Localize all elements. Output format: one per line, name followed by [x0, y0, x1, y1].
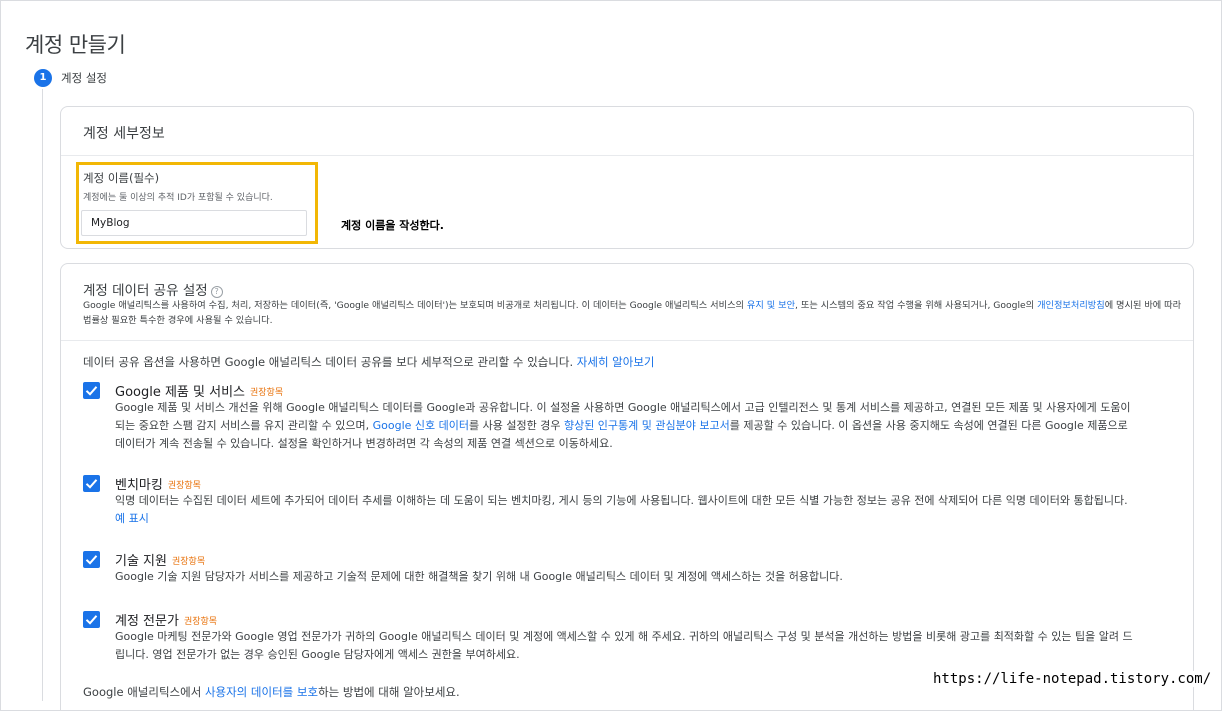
check-icon: [85, 615, 98, 625]
data-sharing-card: 계정 데이터 공유 설정? Google 애널리틱스를 사용하여 수집, 처리,…: [60, 263, 1194, 710]
create-account-page: 계정 만들기 1 계정 설정 계정 세부정보 계정 이름(필수) 계정에는 둘 …: [0, 0, 1222, 711]
option-title: 벤치마킹 권장항목: [115, 474, 201, 493]
option-title-text: Google 제품 및 서비스: [115, 385, 245, 400]
data-sharing-title: 계정 데이터 공유 설정: [83, 283, 208, 299]
page-title: 계정 만들기: [25, 33, 126, 57]
google-products-checkbox[interactable]: [83, 382, 100, 399]
data-sharing-description: Google 애널리틱스를 사용하여 수집, 처리, 저장하는 데이터(즉, '…: [83, 298, 1183, 328]
account-name-help: 계정에는 둘 이상의 추적 ID가 포함될 수 있습니다.: [83, 193, 273, 203]
divider: [61, 340, 1193, 341]
footer-text: Google 애널리틱스에서: [83, 685, 205, 699]
option-title-text: 벤치마킹: [115, 478, 163, 493]
recommended-badge: 권장항목: [183, 617, 218, 627]
option-description: 익명 데이터는 수집된 데이터 세트에 추가되어 데이터 추세를 이해하는 데 …: [115, 492, 1135, 528]
technical-support-checkbox[interactable]: [83, 551, 100, 568]
protect-data-link[interactable]: 사용자의 데이터를 보호: [205, 685, 318, 699]
recommended-badge: 권장항목: [250, 388, 284, 398]
option-title: Google 제품 및 서비스 권장항목: [115, 381, 283, 400]
check-icon: [85, 555, 98, 565]
benchmarking-checkbox[interactable]: [83, 475, 100, 492]
option-google-products: Google 제품 및 서비스 권장항목 Google 제품 및 서비스 개선을 …: [83, 381, 1163, 455]
option-description: Google 마케팅 전문가와 Google 영업 전문가가 귀하의 Googl…: [115, 630, 1133, 661]
option-description: Google 기술 지원 담당자가 서비스를 제공하고 기술적 문제에 대한 해…: [115, 570, 843, 583]
data-protection-footer: Google 애널리틱스에서 사용자의 데이터를 보호하는 방법에 대해 알아보…: [83, 684, 460, 700]
account-details-card: 계정 세부정보 계정 이름(필수) 계정에는 둘 이상의 추적 ID가 포함될 …: [60, 106, 1194, 249]
step-label: 계정 설정: [61, 71, 107, 85]
option-title-text: 계정 전문가: [115, 614, 179, 629]
stepper-line: [42, 89, 43, 701]
account-name-input[interactable]: [81, 210, 307, 236]
option-title: 기술 지원 권장항목: [115, 550, 205, 569]
show-example-link[interactable]: 예 표시: [115, 512, 149, 525]
account-specialists-checkbox[interactable]: [83, 611, 100, 628]
options-intro: 데이터 공유 옵션을 사용하면 Google 애널리틱스 데이터 공유를 보다 …: [83, 354, 655, 370]
option-account-specialists: 계정 전문가 권장항목 Google 마케팅 전문가와 Google 영업 전문가…: [83, 610, 1163, 666]
options-intro-text: 데이터 공유 옵션을 사용하면 Google 애널리틱스 데이터 공유를 보다 …: [83, 355, 577, 369]
learn-more-link[interactable]: 자세히 알아보기: [577, 355, 655, 369]
account-name-label: 계정 이름(필수): [83, 171, 160, 185]
maintenance-security-link[interactable]: 유지 및 보안: [747, 300, 795, 311]
option-title-text: 기술 지원: [115, 554, 167, 569]
desc-text-1: Google 애널리틱스를 사용하여 수집, 처리, 저장하는 데이터(즉, '…: [83, 300, 747, 311]
annotation-text: 계정 이름을 작성한다.: [341, 219, 444, 232]
google-signals-link[interactable]: Google 신호 데이터: [373, 419, 469, 432]
demographics-report-link[interactable]: 향상된 인구통계 및 관심분야 보고서: [564, 419, 730, 432]
option-title: 계정 전문가 권장항목: [115, 610, 217, 629]
recommended-badge: 권장항목: [171, 557, 206, 567]
option-benchmarking: 벤치마킹 권장항목 익명 데이터는 수집된 데이터 세트에 추가되어 데이터 추세…: [83, 474, 1163, 530]
option-description: Google 제품 및 서비스 개선을 위해 Google 애널리틱스 데이터를…: [115, 399, 1135, 453]
option-desc-text: 를 사용 설정한 경우: [469, 419, 564, 432]
option-desc-text: 익명 데이터는 수집된 데이터 세트에 추가되어 데이터 추세를 이해하는 데 …: [115, 494, 1128, 507]
data-sharing-header: 계정 데이터 공유 설정?: [83, 279, 223, 299]
desc-text-2: , 또는 시스템의 중요 작업 수행을 위해 사용되거나, Google의: [795, 300, 1038, 311]
blog-url-watermark: https://life-notepad.tistory.com/: [931, 671, 1214, 687]
option-technical-support: 기술 지원 권장항목 Google 기술 지원 담당자가 서비스를 제공하고 기술…: [83, 550, 1163, 588]
footer-text: 하는 방법에 대해 알아보세요.: [318, 685, 460, 699]
step-number-badge: 1: [34, 69, 52, 87]
recommended-badge: 권장항목: [167, 481, 201, 491]
check-icon: [85, 479, 98, 489]
check-icon: [85, 386, 98, 396]
help-circle-icon[interactable]: ?: [210, 286, 223, 298]
account-details-header: 계정 세부정보: [61, 107, 1193, 156]
privacy-policy-link[interactable]: 개인정보처리방침: [1037, 300, 1105, 311]
